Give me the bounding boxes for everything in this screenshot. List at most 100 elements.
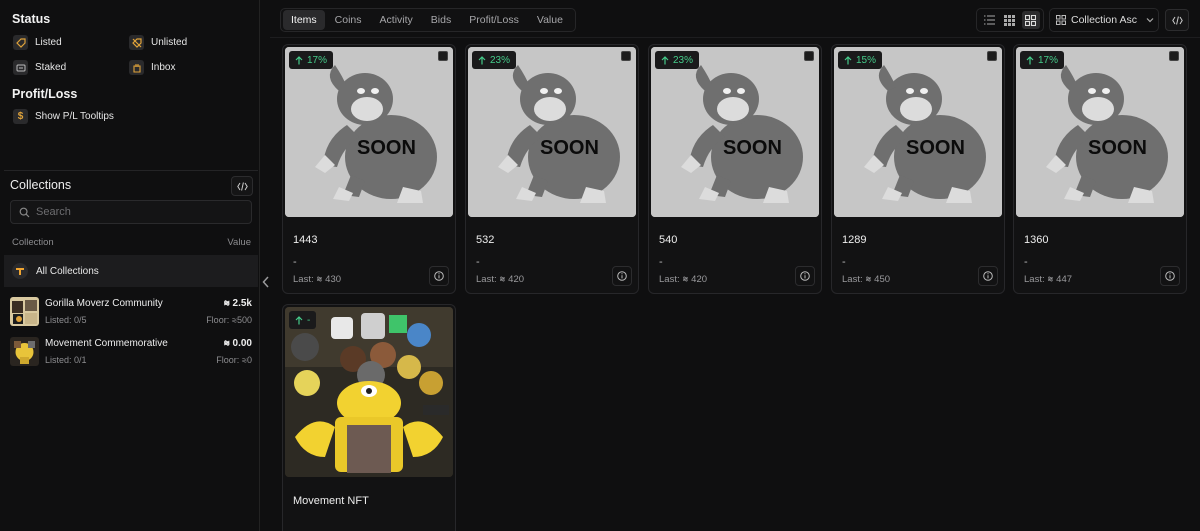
soon-label: SOON <box>1088 137 1147 159</box>
info-button[interactable] <box>612 266 632 286</box>
info-icon <box>434 271 444 281</box>
arrow-up-icon <box>295 55 303 64</box>
collection-value: ⩬ 2.5k <box>223 298 252 309</box>
list-view-button[interactable] <box>980 11 998 29</box>
collection-thumbnail <box>10 297 39 326</box>
chevron-down-icon <box>1146 18 1154 23</box>
tab-bids[interactable]: Bids <box>423 10 459 30</box>
info-icon <box>1165 271 1175 281</box>
grid-large-icon <box>1025 14 1037 26</box>
tab-coins[interactable]: Coins <box>327 10 370 30</box>
select-checkbox[interactable] <box>438 51 448 61</box>
nft-title: 1360 <box>1024 234 1049 246</box>
nft-title: 1443 <box>293 234 318 246</box>
nft-image: SOON 17% <box>1016 47 1184 217</box>
arrow-up-icon <box>661 55 669 64</box>
select-checkbox[interactable] <box>621 51 631 61</box>
grid-icon <box>1056 15 1066 25</box>
collections-title: Collections <box>10 178 72 192</box>
nft-price: - <box>842 256 846 268</box>
arrow-up-icon <box>478 55 486 64</box>
nft-card[interactable]: SOON 23% 540 - Last: ⩬ 420 <box>648 44 822 294</box>
all-collections-label: All Collections <box>36 265 99 277</box>
collection-floor: Floor: ⩬0 <box>216 355 252 365</box>
placeholder-gorilla-art <box>834 47 1002 217</box>
nft-card[interactable]: SOON 17% 1443 - Last: ⩬ 430 <box>282 44 456 294</box>
nft-card[interactable]: SOON 17% 1360 - Last: ⩬ 447 <box>1013 44 1187 294</box>
soon-label: SOON <box>357 137 416 159</box>
sidebar: Status Listed Unlisted Staked Inbox Prof… <box>0 0 260 531</box>
select-checkbox[interactable] <box>987 51 997 61</box>
collection-floor: Floor: ⩬500 <box>206 315 252 325</box>
column-header-collection: Collection <box>12 237 54 248</box>
move-token-icon: ⩬ <box>316 274 323 285</box>
collection-row[interactable]: Movement Commemorative Listed: 0/1 ⩬ 0.0… <box>10 337 254 369</box>
nft-price: - <box>1024 256 1028 268</box>
sort-dropdown[interactable]: Collection Asc <box>1049 8 1159 32</box>
price-change-badge: 23% <box>472 51 517 69</box>
move-token-icon: ⩬ <box>223 338 230 349</box>
search-icon <box>19 207 30 217</box>
search-input[interactable] <box>36 206 236 218</box>
info-button[interactable] <box>1160 266 1180 286</box>
arrow-up-icon <box>844 55 852 64</box>
brand-logo-icon <box>12 263 28 279</box>
last-sale: Last: ⩬ 420 <box>476 274 525 285</box>
placeholder-gorilla-art <box>285 47 453 217</box>
nft-card[interactable]: - Movement NFT <box>282 304 456 531</box>
collection-thumbnail <box>10 337 39 366</box>
toggle-pl-tooltips[interactable]: $ Show P/L Tooltips <box>13 109 114 124</box>
inbox-icon <box>129 60 144 75</box>
last-sale: Last: ⩬ 447 <box>1024 274 1073 285</box>
info-button[interactable] <box>795 266 815 286</box>
collection-row[interactable]: Gorilla Moverz Community Listed: 0/5 ⩬ 2… <box>10 297 254 329</box>
sort-label: Collection Asc <box>1071 14 1137 26</box>
nft-price: - <box>293 256 297 268</box>
status-title: Status <box>12 12 51 26</box>
tab-activity[interactable]: Activity <box>372 10 421 30</box>
view-mode-toggle <box>976 8 1044 32</box>
nft-image: SOON 17% <box>285 47 453 217</box>
move-token-icon: ⩬ <box>865 274 872 285</box>
price-change-badge: 17% <box>1020 51 1065 69</box>
price-change-badge: 17% <box>289 51 334 69</box>
info-icon <box>800 271 810 281</box>
select-checkbox[interactable] <box>804 51 814 61</box>
filter-unlisted[interactable]: Unlisted <box>129 35 187 50</box>
large-grid-view-button[interactable] <box>1021 11 1040 29</box>
nft-image: SOON 15% <box>834 47 1002 217</box>
tab-value[interactable]: Value <box>529 10 571 30</box>
move-token-icon: ⩬ <box>682 274 689 285</box>
column-header-value: Value <box>227 237 251 248</box>
nft-card[interactable]: SOON 15% 1289 - Last: ⩬ 450 <box>831 44 1005 294</box>
profit-loss-title: Profit/Loss <box>12 87 78 101</box>
move-token-icon: ⩬ <box>499 274 506 285</box>
soon-label: SOON <box>906 137 965 159</box>
tab-items[interactable]: Items <box>283 10 325 30</box>
embed-code-button[interactable] <box>231 176 253 196</box>
arrow-up-icon <box>295 315 303 324</box>
info-button[interactable] <box>429 266 449 286</box>
nft-image: SOON 23% <box>651 47 819 217</box>
collapse-sidebar-button[interactable] <box>262 276 270 291</box>
select-checkbox[interactable] <box>1169 51 1179 61</box>
last-sale: Last: ⩬ 450 <box>842 274 891 285</box>
filter-staked[interactable]: Staked <box>13 60 66 75</box>
divider <box>4 170 258 171</box>
nft-card[interactable]: SOON 23% 532 - Last: ⩬ 420 <box>465 44 639 294</box>
collection-search[interactable] <box>10 200 252 224</box>
nft-title: 1289 <box>842 234 867 246</box>
embed-code-button[interactable] <box>1165 9 1189 31</box>
move-token-icon: ⩬ <box>223 298 230 309</box>
all-collections-item[interactable]: All Collections <box>4 255 258 287</box>
tab-profit-loss[interactable]: Profit/Loss <box>461 10 527 30</box>
list-icon <box>983 15 995 25</box>
small-grid-view-button[interactable] <box>1001 11 1019 29</box>
code-icon <box>1171 15 1183 25</box>
move-token-icon: ⩬ <box>1047 274 1054 285</box>
dollar-icon: $ <box>13 109 28 124</box>
filter-inbox[interactable]: Inbox <box>129 60 175 75</box>
info-icon <box>983 271 993 281</box>
info-button[interactable] <box>978 266 998 286</box>
filter-listed[interactable]: Listed <box>13 35 62 50</box>
